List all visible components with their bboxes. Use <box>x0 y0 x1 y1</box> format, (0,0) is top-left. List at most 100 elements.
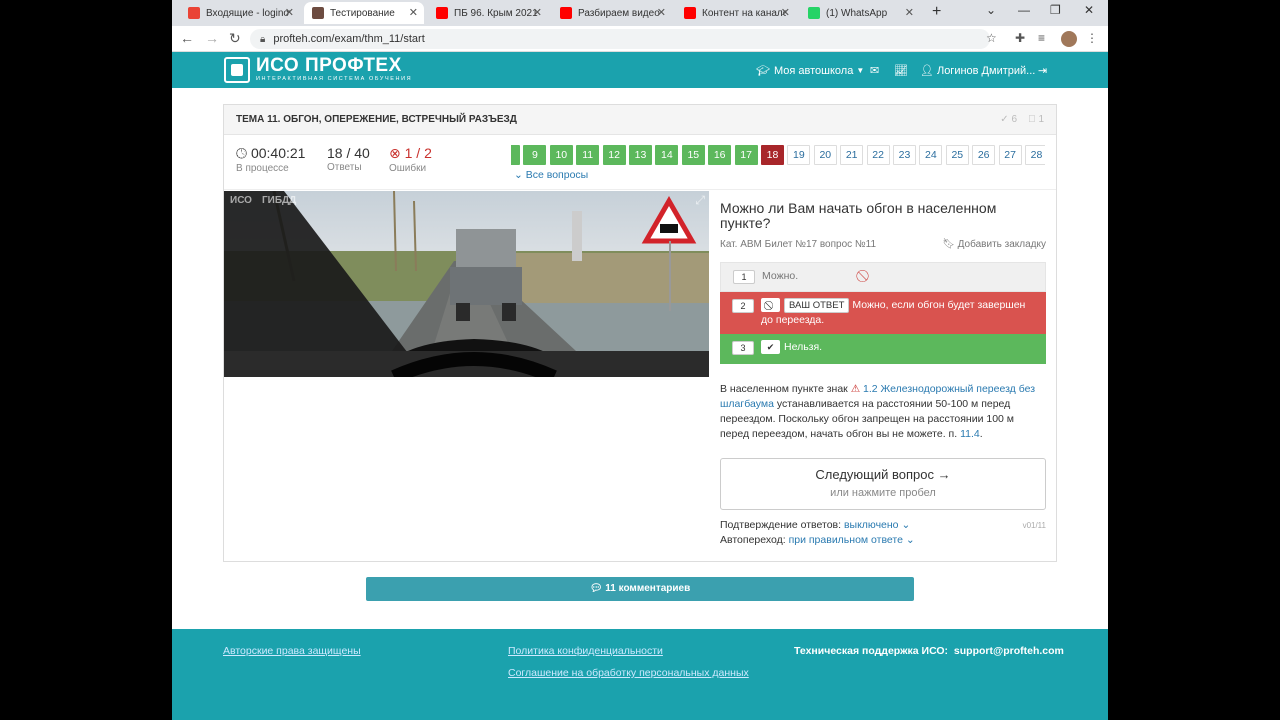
explanation-part: В населенном пункте знак <box>720 383 848 395</box>
tab-title: Разбираем видео с <box>578 7 662 19</box>
wrong-answer-icon: ⃠ <box>761 298 780 312</box>
menu-kebab-icon[interactable]: ⋮ <box>1086 31 1098 45</box>
maximize-button[interactable]: ❐ <box>1050 3 1061 17</box>
check-icon: ✓ <box>1000 114 1009 125</box>
site-logo[interactable]: ИСО ПРОФТЕХ ИНТЕРАКТИВНАЯ СИСТЕМА ОБУЧЕН… <box>224 56 412 83</box>
explanation-rule-link[interactable]: 11.4 <box>960 428 980 440</box>
answer-text: Нельзя. <box>784 341 823 353</box>
lock-icon: 🔒︎ <box>260 33 266 45</box>
user-icon: 👤︎ <box>920 65 934 77</box>
question-number-button[interactable]: 17 <box>734 145 758 165</box>
tab-favicon-icon <box>808 7 820 19</box>
support-label: Техническая поддержка ИСО: <box>794 645 949 657</box>
browser-tab[interactable]: Контент на канале ✕ <box>676 2 796 24</box>
photo-watermark-iso: ИСО <box>230 195 252 206</box>
extensions-icon[interactable]: ✚ <box>1015 31 1025 45</box>
errors-value: 1 / 2 <box>404 145 432 161</box>
tab-close-icon[interactable]: ✕ <box>905 6 914 19</box>
question-number-button[interactable]: 13 <box>629 145 652 165</box>
question-number-button[interactable]: 21 <box>840 145 864 165</box>
browser-tab[interactable]: ПБ 96. Крым 2021. ✕ <box>428 2 548 24</box>
question-number-button[interactable]: 19 <box>787 145 811 165</box>
question-number-button[interactable]: 8 <box>511 145 520 165</box>
reload-icon[interactable]: ↻ <box>229 30 241 47</box>
photo-watermark-gibdd: ГИБДД <box>262 195 297 206</box>
explanation-text: В населенном пункте знак ⚠ 1.2 Железнодо… <box>720 382 1046 442</box>
question-number-button[interactable]: 18 <box>761 145 784 165</box>
tab-title: Тестирование <box>330 7 395 19</box>
star-icon[interactable]: ☆ <box>986 31 997 45</box>
browser-tab[interactable]: Входящие - loginov ✕ <box>180 2 300 24</box>
all-questions-toggle[interactable]: ⌄ Все вопросы <box>514 169 588 181</box>
url-field[interactable]: 🔒︎ profteh.com/exam/thm_11/start <box>250 29 990 49</box>
question-number-button[interactable]: 12 <box>602 145 626 165</box>
question-number-button[interactable]: 16 <box>708 145 732 165</box>
tab-close-icon[interactable]: ✕ <box>533 6 542 19</box>
logout-icon[interactable]: ⇥ <box>1038 64 1047 77</box>
reading-list-icon[interactable]: ≡ <box>1038 31 1045 45</box>
answer-option-2[interactable]: 2 ⃠ВАШ ОТВЕТМожно, если обгон будет заве… <box>720 292 1046 334</box>
answer-option-3[interactable]: 3 ✔ Нельзя. <box>720 334 1046 364</box>
question-number-button[interactable]: 14 <box>655 145 679 165</box>
topic-header: ТЕМА 11. ОБГОН, ОПЕРЕЖЕНИЕ, ВСТРЕЧНЫЙ РА… <box>224 105 1056 135</box>
timer-label: В процессе <box>236 163 289 174</box>
comments-icon: 💬︎ <box>589 583 603 594</box>
support-email[interactable]: support@profteh.com <box>954 645 1064 657</box>
mail-icon[interactable]: ✉ <box>870 64 879 77</box>
comments-button[interactable]: 💬︎ 11 комментариев <box>366 577 914 601</box>
user-menu[interactable]: 👤︎ Логинов Дмитрий... <box>920 64 1036 78</box>
minimize-button[interactable]: — <box>1018 3 1030 17</box>
errors-label: Ошибки <box>389 163 427 174</box>
school-menu[interactable]: 🎓︎ Моя автошкола ▼ <box>756 64 864 78</box>
road-scene-image <box>224 191 709 377</box>
browser-tab[interactable]: (1) WhatsApp ✕ <box>800 2 920 24</box>
question-number-button[interactable]: 28 <box>1025 145 1045 165</box>
close-window-button[interactable]: ✕ <box>1084 3 1094 17</box>
new-tab-button[interactable]: + <box>932 3 941 21</box>
address-bar-row: ← → ↻ 🔒︎ profteh.com/exam/thm_11/start ☆… <box>172 26 1108 52</box>
question-number-button[interactable]: 15 <box>681 145 705 165</box>
expand-icon[interactable]: ⤢ <box>695 193 705 208</box>
question-number-button[interactable]: 25 <box>945 145 969 165</box>
question-number-button[interactable]: 27 <box>998 145 1022 165</box>
question-number-button[interactable]: 24 <box>919 145 943 165</box>
answers-value: 18 / 40 <box>327 145 370 161</box>
stats-chart-icon[interactable]: 📈︎ <box>894 64 908 77</box>
browser-tab[interactable]: Разбираем видео с ✕ <box>552 2 672 24</box>
tab-close-icon[interactable]: ✕ <box>657 6 666 19</box>
auto-dropdown[interactable]: при правильном ответе ⌄ <box>789 534 915 546</box>
bookmark-button[interactable]: 🔖︎ Добавить закладку <box>942 239 1046 250</box>
agreement-link[interactable]: Соглашение на обработку персональных дан… <box>508 667 749 679</box>
logo-title: ИСО ПРОФТЕХ <box>256 55 402 76</box>
explanation-part: . <box>979 428 983 440</box>
user-name: Логинов Дмитрий... <box>936 64 1036 77</box>
question-number-button[interactable]: 20 <box>813 145 837 165</box>
tab-close-icon[interactable]: ✕ <box>409 6 418 19</box>
answer-option-1[interactable]: 1 Можно. 🚫︎ <box>720 262 1046 292</box>
question-number-button[interactable]: 9 <box>523 145 547 165</box>
question-number-button[interactable]: 11 <box>576 145 600 165</box>
answer-list: 1 Можно. 🚫︎ 2 ⃠ВАШ ОТВЕТМожно, если обго… <box>720 262 1046 364</box>
confirm-dropdown[interactable]: выключено ⌄ <box>844 519 910 531</box>
browser-tab[interactable]: Тестирование ✕ <box>304 2 424 24</box>
next-question-hint: или нажмите пробел <box>830 487 936 499</box>
back-icon[interactable]: ← <box>180 30 194 46</box>
chevron-down-icon: ⌄ <box>514 169 523 181</box>
forward-icon[interactable]: → <box>205 30 219 46</box>
answers-stat: 18 / 40 Ответы <box>327 145 370 173</box>
next-question-label: Следующий вопрос → <box>815 467 951 482</box>
tab-close-icon[interactable]: ✕ <box>285 6 294 19</box>
auto-value: при правильном ответе <box>788 534 903 546</box>
profile-avatar[interactable] <box>1061 31 1077 47</box>
tab-search-icon[interactable]: ⌄ <box>986 3 996 17</box>
topic-title: ТЕМА 11. ОБГОН, ОПЕРЕЖЕНИЕ, ВСТРЕЧНЫЙ РА… <box>236 114 517 125</box>
tab-close-icon[interactable]: ✕ <box>781 6 790 19</box>
tab-favicon-icon <box>188 7 200 19</box>
question-number-button[interactable]: 22 <box>866 145 890 165</box>
question-number-button[interactable]: 10 <box>549 145 573 165</box>
privacy-link[interactable]: Политика конфиденциальности <box>508 645 663 657</box>
question-number-button[interactable]: 23 <box>893 145 916 165</box>
question-number-button[interactable]: 26 <box>972 145 996 165</box>
next-question-button[interactable]: Следующий вопрос → или нажмите пробел <box>720 458 1046 510</box>
copyright-link[interactable]: Авторские права защищены <box>223 645 361 657</box>
